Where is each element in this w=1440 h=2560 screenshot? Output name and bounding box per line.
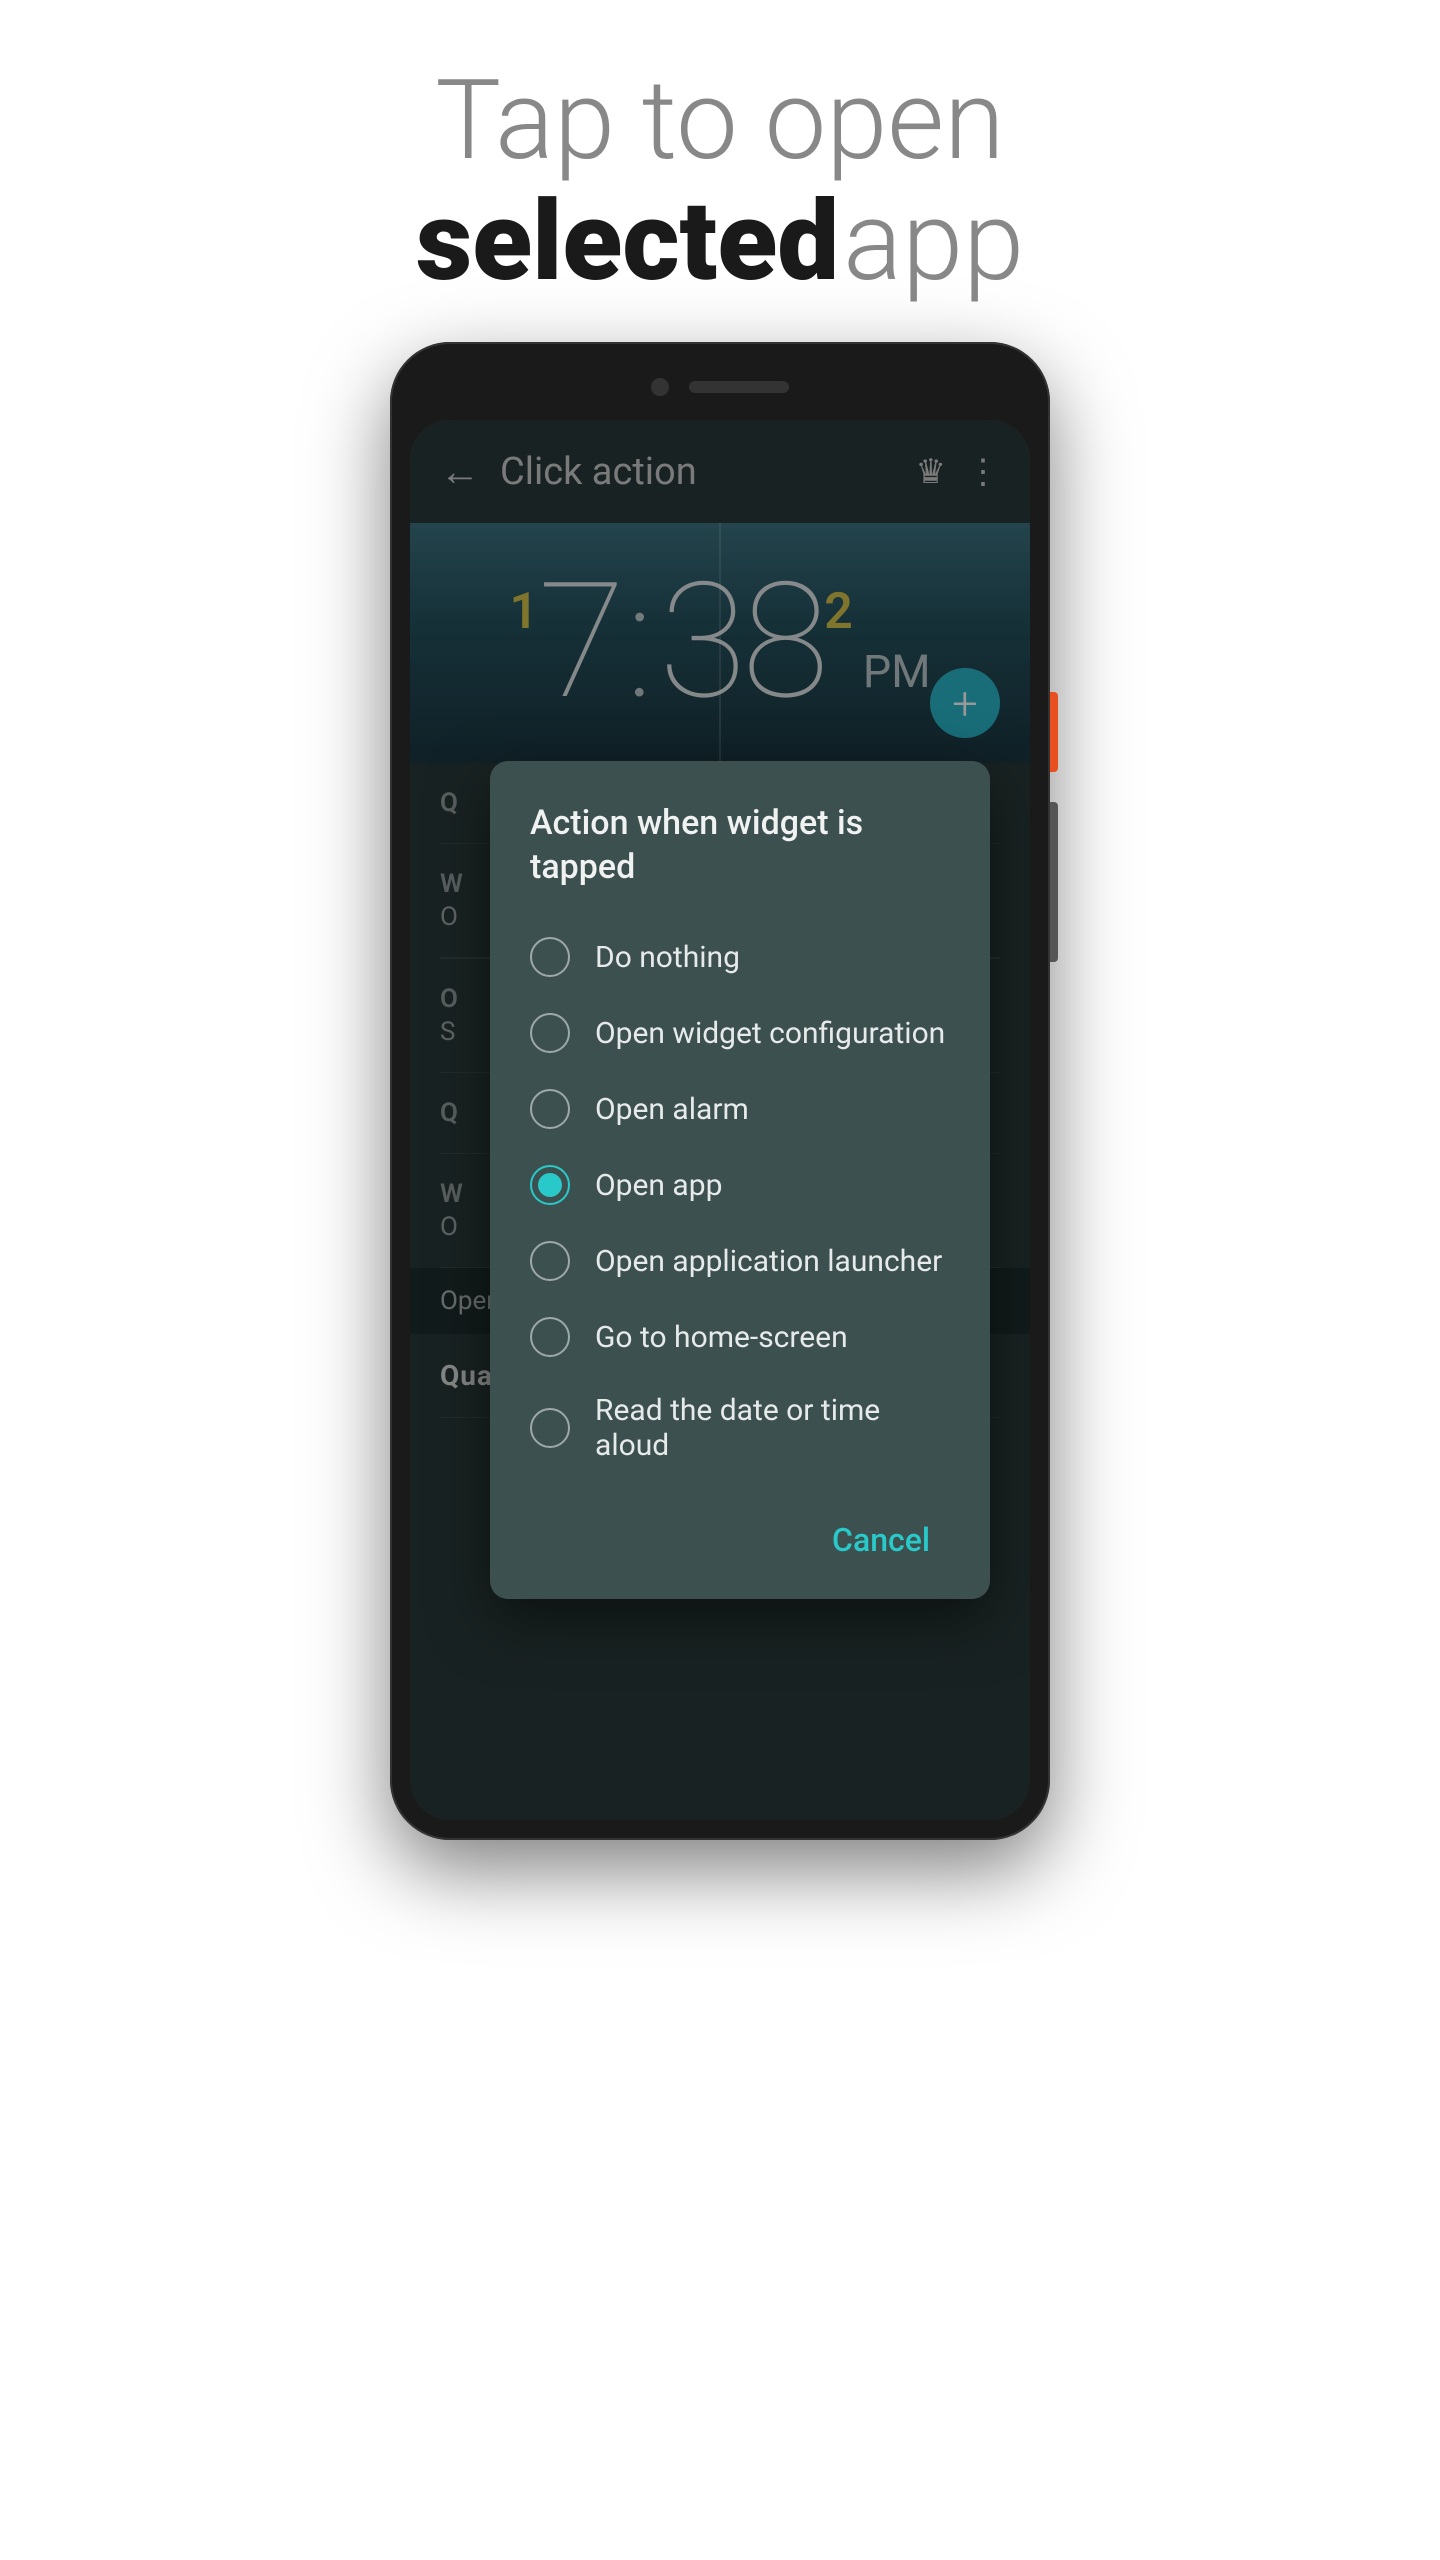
radio-circle-do-nothing [530,937,570,977]
header-line1: Tap to open [80,60,1360,181]
radio-label-open-app: Open app [595,1168,722,1203]
phone-notch-bar [410,362,1030,412]
header-selected-text: selected [416,177,839,306]
volume-button[interactable] [1050,802,1058,962]
option-read-aloud[interactable]: Read the date or time aloud [530,1375,950,1481]
radio-circle-open-app [530,1165,570,1205]
radio-circle-open-widget-config [530,1013,570,1053]
radio-circle-open-app-launcher [530,1241,570,1281]
option-open-alarm[interactable]: Open alarm [530,1071,950,1147]
phone-wrapper: ← Click action ♛ ⋮ 1 7 : 38 2 PM [390,342,1050,1840]
camera-dot [651,378,669,396]
option-open-app[interactable]: Open app [530,1147,950,1223]
dialog-backdrop: Action when widget is tapped Do nothing … [410,420,1030,1820]
cancel-button[interactable]: Cancel [812,1511,950,1569]
option-open-app-launcher[interactable]: Open application launcher [530,1223,950,1299]
option-do-nothing[interactable]: Do nothing [530,919,950,995]
option-open-widget-config[interactable]: Open widget configuration [530,995,950,1071]
radio-circle-go-home [530,1317,570,1357]
dialog-footer: Cancel [530,1501,950,1569]
radio-label-read-aloud: Read the date or time aloud [595,1393,950,1463]
header-line2: selected app [80,181,1360,302]
speaker-bar [689,381,789,393]
dialog-title: Action when widget is tapped [530,801,950,889]
radio-circle-open-alarm [530,1089,570,1129]
dialog: Action when widget is tapped Do nothing … [490,761,990,1599]
power-button[interactable] [1050,692,1058,772]
option-go-home[interactable]: Go to home-screen [530,1299,950,1375]
radio-inner-open-app [538,1173,562,1197]
radio-label-open-alarm: Open alarm [595,1092,749,1127]
radio-label-do-nothing: Do nothing [595,940,740,975]
radio-circle-read-aloud [530,1408,570,1448]
header-section: Tap to open selected app [0,0,1440,342]
radio-label-open-widget-config: Open widget configuration [595,1016,945,1051]
radio-label-go-home: Go to home-screen [595,1320,848,1355]
phone-frame: ← Click action ♛ ⋮ 1 7 : 38 2 PM [390,342,1050,1840]
header-tap-text: Tap to open [435,56,1004,185]
header-app-text: app [843,177,1024,306]
phone-screen: ← Click action ♛ ⋮ 1 7 : 38 2 PM [410,420,1030,1820]
radio-label-open-app-launcher: Open application launcher [595,1244,942,1279]
